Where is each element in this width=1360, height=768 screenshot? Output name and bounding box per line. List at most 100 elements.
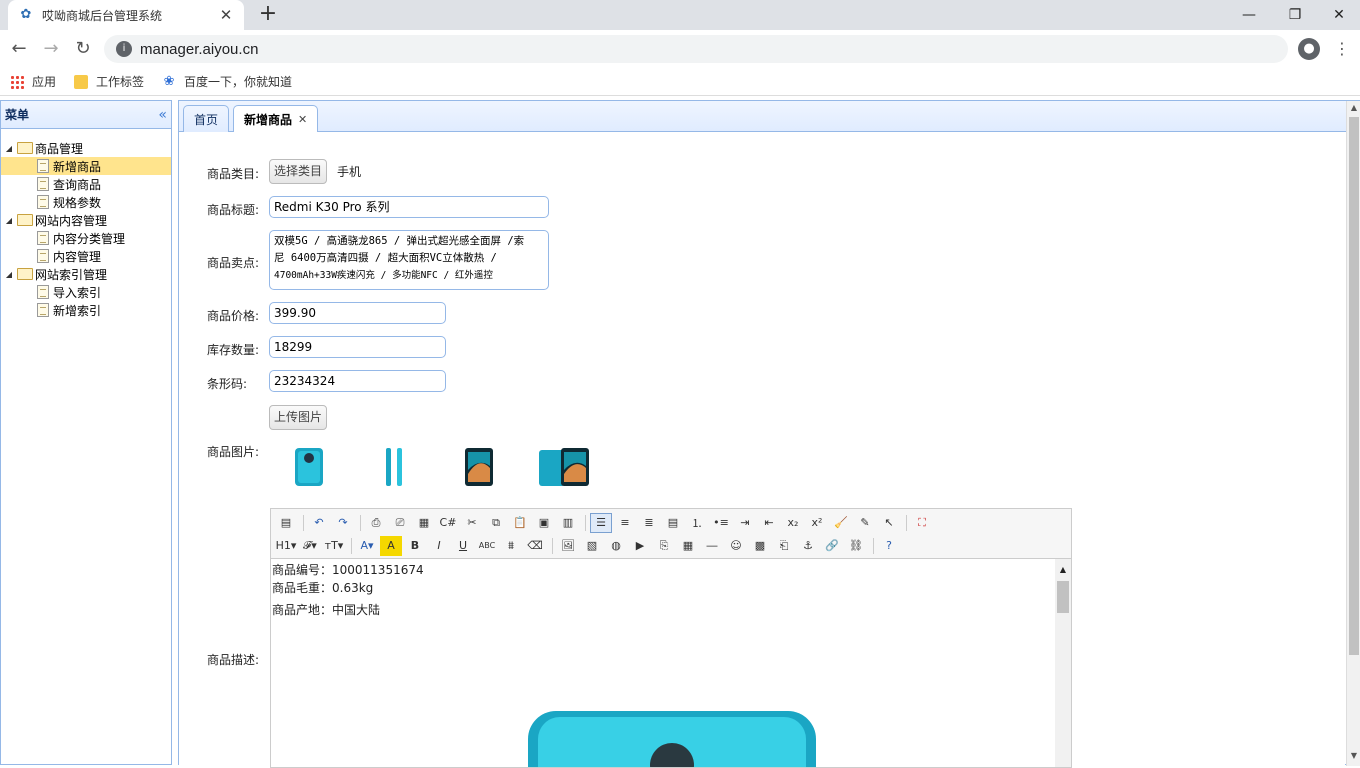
- unordered-list-icon[interactable]: •≡: [710, 513, 732, 533]
- expand-icon[interactable]: ◢: [1, 144, 17, 153]
- tree-item-content-category[interactable]: 内容分类管理: [1, 229, 171, 247]
- upload-image-button[interactable]: 上传图片: [269, 405, 328, 430]
- undo-icon[interactable]: ↶: [308, 513, 330, 533]
- select-category-button[interactable]: 选择类目: [269, 159, 328, 184]
- tree-item-query-goods[interactable]: 查询商品: [1, 175, 171, 193]
- paste-icon[interactable]: 📋: [509, 513, 531, 533]
- tree-item-add-index[interactable]: 新增索引: [1, 301, 171, 319]
- bookmark-baidu[interactable]: ❀ 百度一下，你就知道: [162, 73, 292, 90]
- clear-format-icon[interactable]: 🧹: [830, 513, 852, 533]
- anchor-icon[interactable]: ⚓: [797, 536, 819, 556]
- copy-icon[interactable]: ⧉: [485, 513, 507, 533]
- strikethrough-icon[interactable]: ABC: [476, 536, 498, 556]
- site-info-icon[interactable]: i: [116, 41, 132, 57]
- tree-group-index[interactable]: ◢ 网站索引管理: [1, 265, 171, 283]
- paste-word-icon[interactable]: ▥: [557, 513, 579, 533]
- cut-icon[interactable]: ✂: [461, 513, 483, 533]
- address-bar[interactable]: i manager.aiyou.cn: [104, 35, 1288, 63]
- back-icon[interactable]: ←: [8, 38, 30, 60]
- browser-menu-icon[interactable]: ⋮: [1334, 38, 1350, 60]
- selling-point-textarea[interactable]: 双模5G / 高通骁龙865 / 弹出式超光感全面屏 /索 尼 6400万高清四…: [269, 230, 549, 290]
- bold-icon[interactable]: B: [404, 536, 426, 556]
- paste-text-icon[interactable]: ▣: [533, 513, 555, 533]
- outdent-icon[interactable]: ⇤: [758, 513, 780, 533]
- print-icon[interactable]: ⎚: [389, 513, 411, 533]
- forward-icon[interactable]: →: [40, 38, 62, 60]
- close-tab-icon[interactable]: ✕: [298, 113, 307, 126]
- tree-group-goods[interactable]: ◢ 商品管理: [1, 139, 171, 157]
- scroll-up-icon[interactable]: ▲: [1347, 101, 1360, 115]
- new-tab-icon[interactable]: +: [256, 3, 280, 25]
- link-icon[interactable]: 🔗: [821, 536, 843, 556]
- horizontal-rule-icon[interactable]: ―: [701, 536, 723, 556]
- redo-icon[interactable]: ↷: [332, 513, 354, 533]
- phone-combo-thumbnail[interactable]: [537, 446, 593, 488]
- table-icon[interactable]: ▦: [677, 536, 699, 556]
- tree-item-content-manage[interactable]: 内容管理: [1, 247, 171, 265]
- editor-scroll-thumb[interactable]: [1057, 581, 1069, 613]
- font-color-icon[interactable]: A▾: [356, 536, 378, 556]
- preview-icon[interactable]: ⎙: [365, 513, 387, 533]
- source-icon[interactable]: ▤: [275, 513, 297, 533]
- align-right-icon[interactable]: ≣: [638, 513, 660, 533]
- barcode-input[interactable]: 23234324: [269, 370, 446, 392]
- profile-icon[interactable]: ●: [1298, 38, 1320, 60]
- bookmark-apps[interactable]: 应用: [10, 73, 56, 90]
- line-height-icon[interactable]: ⩩: [500, 536, 522, 556]
- help-icon[interactable]: ?: [878, 536, 900, 556]
- tree-item-import-index[interactable]: 导入索引: [1, 283, 171, 301]
- indent-icon[interactable]: ⇥: [734, 513, 756, 533]
- page-break-icon[interactable]: ⎗: [773, 536, 795, 556]
- scroll-up-icon[interactable]: ▲: [1055, 561, 1071, 579]
- editor-content[interactable]: 商品编号：100011351674 商品毛重：0.63kg 商品产地：中国大陆 …: [271, 559, 1071, 767]
- tab-home[interactable]: 首页: [183, 105, 230, 132]
- font-family-icon[interactable]: 𝓕▾: [299, 536, 321, 556]
- price-input[interactable]: 399.90: [269, 302, 446, 324]
- align-justify-icon[interactable]: ▤: [662, 513, 684, 533]
- align-left-icon[interactable]: ☰: [590, 512, 612, 533]
- expand-icon[interactable]: ◢: [1, 270, 17, 279]
- expand-icon[interactable]: ◢: [1, 216, 17, 225]
- ordered-list-icon[interactable]: ⒈: [686, 513, 708, 533]
- minimize-icon[interactable]: —: [1226, 0, 1272, 30]
- phone-back-thumbnail[interactable]: [293, 446, 325, 488]
- stock-input[interactable]: 18299: [269, 336, 446, 358]
- align-center-icon[interactable]: ≡: [614, 513, 636, 533]
- bookmark-work-tags[interactable]: 工作标签: [74, 73, 144, 90]
- code-icon[interactable]: C#: [437, 513, 459, 533]
- pointer-icon[interactable]: ↖: [878, 513, 900, 533]
- emoticon-icon[interactable]: ☺: [725, 536, 747, 556]
- attachment-icon[interactable]: ⎘: [653, 536, 675, 556]
- highlight-color-icon[interactable]: A: [380, 535, 402, 556]
- unlink-icon[interactable]: ⛓: [845, 536, 867, 556]
- fullscreen-icon[interactable]: ⛶: [911, 513, 933, 533]
- close-tab-icon[interactable]: ✕: [218, 6, 234, 24]
- heading-icon[interactable]: H1▾: [275, 536, 297, 556]
- select-all-icon[interactable]: ✎: [854, 513, 876, 533]
- scroll-down-icon[interactable]: ▼: [1347, 749, 1360, 763]
- page-scroll-thumb[interactable]: [1349, 117, 1359, 655]
- browser-tab[interactable]: ✿ 哎呦商城后台管理系统 ✕: [8, 0, 244, 30]
- address-url[interactable]: manager.aiyou.cn: [140, 41, 258, 58]
- subscript-icon[interactable]: x₂: [782, 513, 804, 533]
- font-size-icon[interactable]: тT▾: [323, 536, 345, 556]
- tree-item-spec-params[interactable]: 规格参数: [1, 193, 171, 211]
- tree-group-content[interactable]: ◢ 网站内容管理: [1, 211, 171, 229]
- underline-icon[interactable]: U: [452, 536, 474, 556]
- superscript-icon[interactable]: x²: [806, 513, 828, 533]
- phone-side-thumbnail[interactable]: [381, 446, 409, 488]
- reload-icon[interactable]: ↻: [72, 38, 94, 60]
- tree-item-add-goods[interactable]: 新增商品: [1, 157, 171, 175]
- media-icon[interactable]: ▶: [629, 536, 651, 556]
- page-scrollbar[interactable]: ▲ ▼: [1346, 101, 1360, 766]
- collapse-icon[interactable]: «: [158, 107, 167, 123]
- phone-front-thumbnail[interactable]: [463, 446, 495, 488]
- close-window-icon[interactable]: ✕: [1316, 0, 1360, 30]
- multi-image-icon[interactable]: ▧: [581, 536, 603, 556]
- eraser-icon[interactable]: ⌫: [524, 536, 546, 556]
- editor-scrollbar[interactable]: ▲: [1055, 559, 1071, 767]
- image-icon[interactable]: 🖼: [557, 536, 579, 556]
- title-input[interactable]: Redmi K30 Pro 系列: [269, 196, 549, 218]
- tab-add-goods[interactable]: 新增商品 ✕: [233, 105, 319, 133]
- template-icon[interactable]: ▦: [413, 513, 435, 533]
